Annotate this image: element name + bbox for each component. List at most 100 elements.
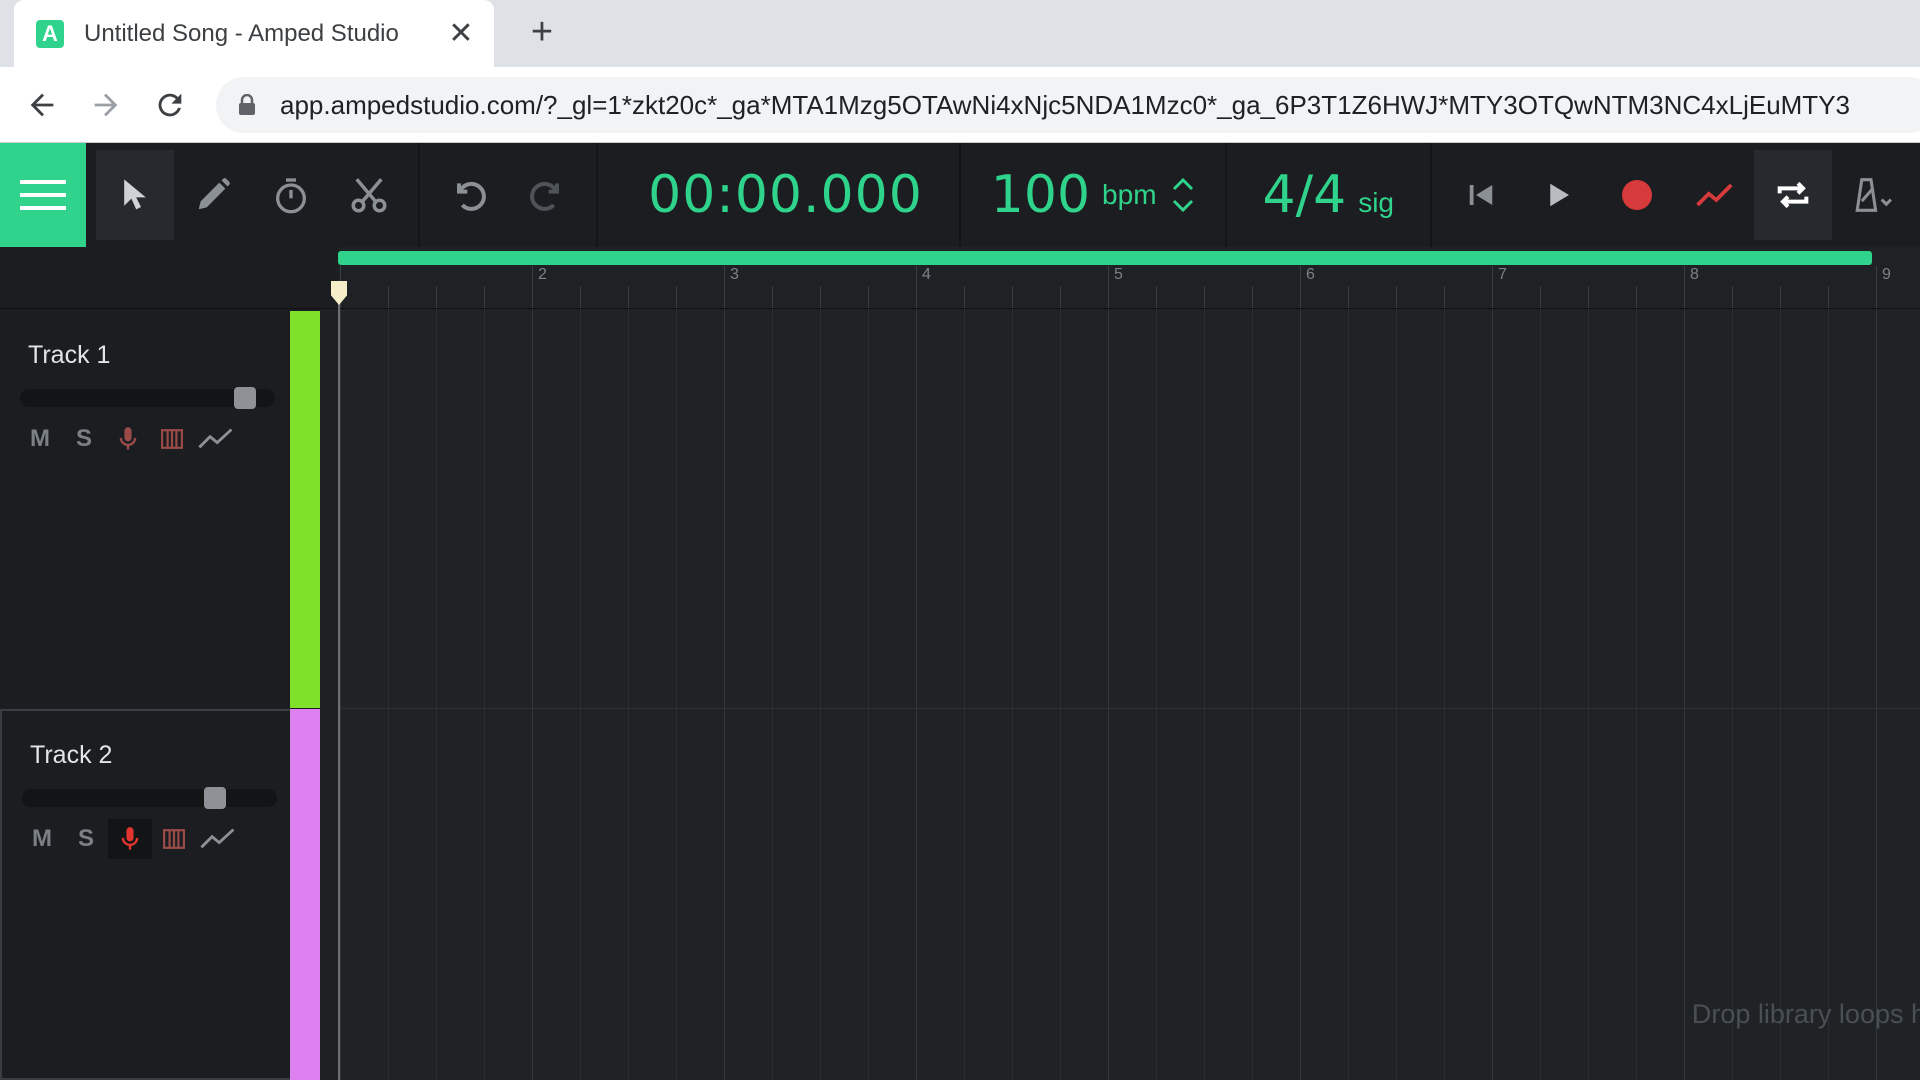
play-button[interactable] bbox=[1520, 150, 1598, 240]
ruler-tick bbox=[1492, 266, 1493, 308]
signature-value: 4/4 bbox=[1262, 165, 1347, 225]
ruler-tick bbox=[676, 286, 677, 308]
solo-button[interactable]: S bbox=[62, 419, 106, 459]
ruler-tick bbox=[388, 286, 389, 308]
ruler-tick bbox=[772, 286, 773, 308]
beat-gridline bbox=[1012, 309, 1013, 1080]
ruler-tick bbox=[1780, 286, 1781, 308]
track-color-strip[interactable] bbox=[290, 311, 320, 708]
bpm-value[interactable]: 100 bbox=[991, 165, 1090, 225]
bar-number: 6 bbox=[1306, 266, 1315, 283]
scissors-icon bbox=[351, 178, 387, 213]
main-menu-button[interactable] bbox=[0, 143, 87, 247]
beat-gridline bbox=[580, 309, 581, 1080]
loop-button[interactable] bbox=[1754, 150, 1832, 240]
track-color-strip[interactable] bbox=[290, 709, 320, 1080]
bar-number: 5 bbox=[1114, 266, 1123, 283]
ruler-header-spacer bbox=[0, 247, 338, 309]
loop-region[interactable] bbox=[338, 251, 1872, 265]
forward-button[interactable] bbox=[84, 83, 128, 127]
redo-button[interactable] bbox=[508, 150, 586, 240]
automation-record-button[interactable] bbox=[1676, 150, 1754, 240]
time-signature-control[interactable]: 4/4 sig bbox=[1227, 165, 1430, 225]
piano-keys-icon bbox=[163, 829, 185, 849]
instrument-button[interactable] bbox=[152, 819, 196, 859]
record-arm-button[interactable] bbox=[108, 819, 152, 859]
beat-gridline bbox=[1348, 309, 1349, 1080]
mute-button[interactable]: M bbox=[18, 419, 62, 459]
bar-number: 2 bbox=[538, 266, 547, 283]
ruler-tick bbox=[580, 286, 581, 308]
url-bar[interactable]: app.ampedstudio.com/?_gl=1*zkt20c*_ga*MT… bbox=[216, 77, 1920, 133]
browser-addressbar: app.ampedstudio.com/?_gl=1*zkt20c*_ga*MT… bbox=[0, 67, 1920, 143]
pointer-tool-button[interactable] bbox=[96, 150, 175, 240]
pencil-tool-button[interactable] bbox=[174, 150, 252, 240]
scissors-tool-button[interactable] bbox=[330, 150, 408, 240]
ruler-tick bbox=[1108, 266, 1109, 308]
back-button[interactable] bbox=[20, 83, 64, 127]
automation-line-icon bbox=[200, 828, 235, 849]
track-buttons: M S bbox=[20, 819, 240, 859]
bar-gridline bbox=[340, 309, 341, 1080]
microphone-icon bbox=[119, 427, 137, 450]
automation-icon bbox=[1696, 183, 1733, 207]
bar-gridline bbox=[532, 309, 533, 1080]
volume-knob[interactable] bbox=[234, 387, 256, 409]
record-arm-button[interactable] bbox=[106, 419, 150, 459]
ruler-tick bbox=[964, 286, 965, 308]
automation-button[interactable] bbox=[194, 419, 238, 459]
chevron-up-icon bbox=[1172, 177, 1193, 191]
beat-gridline bbox=[484, 309, 485, 1080]
undo-button[interactable] bbox=[430, 150, 508, 240]
chevron-down-icon bbox=[1172, 199, 1193, 213]
ruler-tick bbox=[436, 286, 437, 308]
ruler-tick bbox=[1300, 266, 1301, 308]
stopwatch-tool-button[interactable] bbox=[252, 150, 330, 240]
ruler-tick bbox=[628, 286, 629, 308]
beat-gridline bbox=[964, 309, 965, 1080]
amped-favicon-icon: A bbox=[36, 19, 64, 48]
beat-gridline bbox=[868, 309, 869, 1080]
track-header-1[interactable]: Track 1 M S bbox=[0, 309, 320, 708]
new-tab-button[interactable]: + bbox=[522, 12, 562, 52]
ruler-tick bbox=[1684, 266, 1685, 308]
time-display[interactable]: 00:00.000 bbox=[598, 165, 959, 225]
bpm-stepper[interactable] bbox=[1171, 176, 1195, 214]
instrument-button[interactable] bbox=[150, 419, 194, 459]
record-button[interactable] bbox=[1598, 150, 1676, 240]
ruler-tick bbox=[484, 286, 485, 308]
bpm-unit: bpm bbox=[1102, 179, 1157, 210]
undo-icon bbox=[457, 181, 487, 211]
beat-gridline bbox=[1828, 309, 1829, 1080]
ruler-tick bbox=[1540, 286, 1541, 308]
browser-tab[interactable]: A Untitled Song - Amped Studio ✕ bbox=[14, 0, 494, 67]
volume-slider[interactable] bbox=[20, 387, 275, 409]
url-text: app.ampedstudio.com/?_gl=1*zkt20c*_ga*MT… bbox=[280, 89, 1850, 120]
beat-gridline bbox=[1204, 309, 1205, 1080]
pencil-icon bbox=[198, 178, 230, 210]
ruler-tick bbox=[1156, 286, 1157, 308]
bar-gridline bbox=[1876, 309, 1877, 1080]
beat-gridline bbox=[436, 309, 437, 1080]
reload-button[interactable] bbox=[148, 83, 192, 127]
automation-button[interactable] bbox=[196, 819, 240, 859]
volume-slider[interactable] bbox=[22, 787, 277, 809]
bar-number: 7 bbox=[1498, 266, 1507, 283]
ruler-tick bbox=[1348, 286, 1349, 308]
mute-button[interactable]: M bbox=[20, 819, 64, 859]
beat-gridline bbox=[1060, 309, 1061, 1080]
metronome-button[interactable] bbox=[1832, 150, 1910, 240]
arrange-canvas[interactable]: Drop library loops h bbox=[338, 309, 1920, 1080]
volume-knob[interactable] bbox=[204, 787, 226, 809]
track-name[interactable]: Track 1 bbox=[28, 341, 110, 370]
tab-close-icon[interactable]: ✕ bbox=[446, 16, 476, 51]
skip-to-start-button[interactable] bbox=[1442, 150, 1520, 240]
ruler-tick bbox=[1396, 286, 1397, 308]
app-toolbar: 00:00.000 100 bpm 4/4 sig bbox=[0, 143, 1920, 247]
track-header-2[interactable]: Track 2 M S bbox=[0, 709, 320, 1080]
stopwatch-icon bbox=[276, 178, 307, 214]
track-name[interactable]: Track 2 bbox=[30, 741, 112, 770]
tempo-control: 100 bpm bbox=[958, 143, 1227, 247]
bar-gridline bbox=[724, 309, 725, 1080]
solo-button[interactable]: S bbox=[64, 819, 108, 859]
